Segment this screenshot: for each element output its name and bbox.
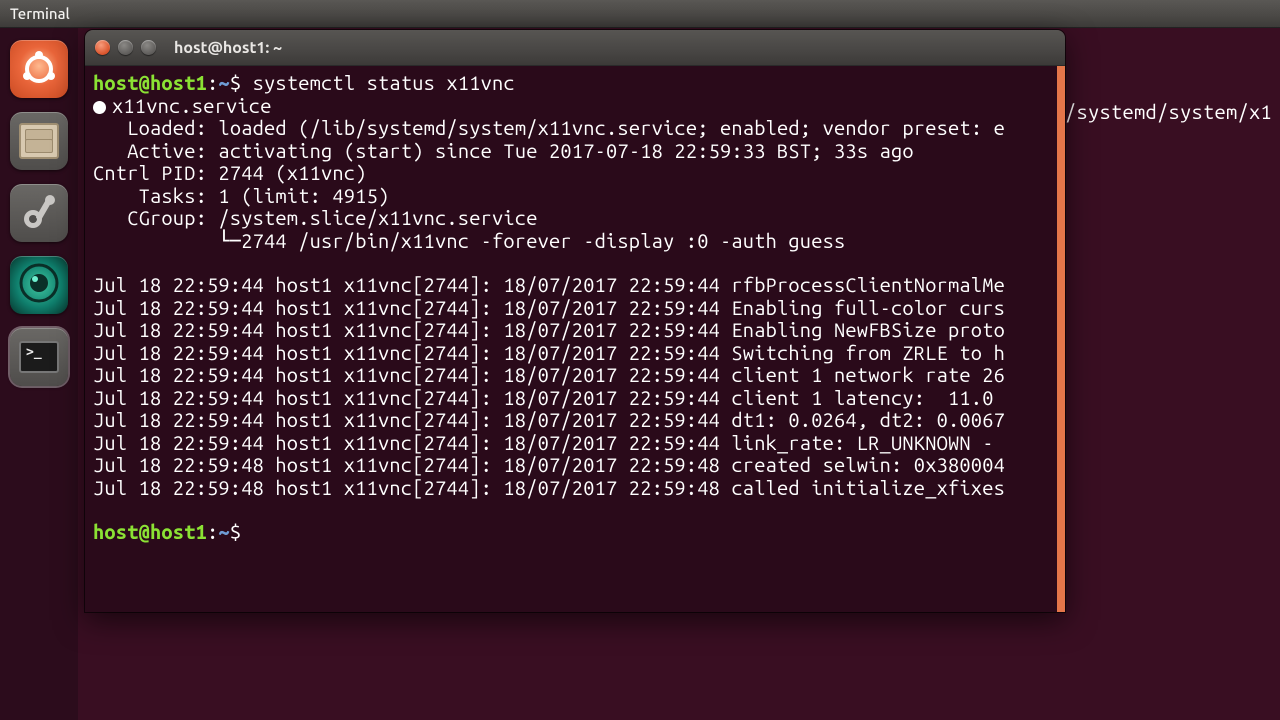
log-row: Jul 18 22:59:44 host1 x11vnc[2744]: 18/0…: [93, 319, 1057, 342]
prompt-line-2: host@host1:~$: [93, 521, 1057, 544]
window-titlebar[interactable]: host@host1: ~: [85, 30, 1065, 66]
menu-bar-app-name[interactable]: Terminal: [10, 5, 70, 22]
log-row: Jul 18 22:59:44 host1 x11vnc[2744]: 18/0…: [93, 364, 1057, 387]
prompt-path: ~: [218, 71, 229, 94]
file-cabinet-icon: [19, 123, 59, 159]
window-title: host@host1: ~: [174, 39, 282, 57]
terminal-icon: [19, 341, 59, 373]
terminal-window: host@host1: ~ host@host1:~$ systemctl st…: [85, 30, 1065, 612]
log-row: Jul 18 22:59:44 host1 x11vnc[2744]: 18/0…: [93, 432, 1057, 455]
status-bullet-icon: [93, 101, 106, 114]
output-cgroup: CGroup: /system.slice/x11vnc.service: [93, 207, 1057, 230]
terminal-body[interactable]: host@host1:~$ systemctl status x11vnc x1…: [85, 66, 1065, 612]
blank-line: [93, 252, 1057, 274]
log-row: Jul 18 22:59:44 host1 x11vnc[2744]: 18/0…: [93, 274, 1057, 297]
output-cntrl-pid: Cntrl PID: 2744 (x11vnc): [93, 162, 1057, 185]
blank-line: [93, 499, 1057, 521]
launcher-settings[interactable]: [10, 184, 68, 242]
output-tasks: Tasks: 1 (limit: 4915): [93, 185, 1057, 208]
typed-command: systemctl status x11vnc: [253, 71, 515, 94]
log-row: Jul 18 22:59:44 host1 x11vnc[2744]: 18/0…: [93, 297, 1057, 320]
launcher-ubuntu-dash[interactable]: [10, 40, 68, 98]
output-service-line: x11vnc.service: [93, 95, 1057, 118]
close-button[interactable]: [95, 40, 110, 55]
background-terminal-text: /systemd/system/x1: [1065, 100, 1272, 123]
log-row: Jul 18 22:59:44 host1 x11vnc[2744]: 18/0…: [93, 409, 1057, 432]
unity-launcher: [0, 28, 78, 720]
output-active-line: Active: activating (start) since Tue 201…: [93, 140, 1057, 163]
minimize-button[interactable]: [118, 40, 133, 55]
output-loaded-line: Loaded: loaded (/lib/systemd/system/x11v…: [93, 117, 1057, 140]
log-row: Jul 18 22:59:48 host1 x11vnc[2744]: 18/0…: [93, 454, 1057, 477]
ubuntu-logo-icon: [20, 50, 58, 88]
log-row: Jul 18 22:59:44 host1 x11vnc[2744]: 18/0…: [93, 387, 1057, 410]
prompt-user-host: host@host1: [93, 71, 207, 94]
terminal-scrollbar[interactable]: [1057, 66, 1065, 612]
output-cgroup-cmd: └─2744 /usr/bin/x11vnc -forever -display…: [93, 230, 1057, 253]
prompt-line-1: host@host1:~$ systemctl status x11vnc: [93, 72, 1057, 95]
launcher-files[interactable]: [10, 112, 68, 170]
maximize-button[interactable]: [141, 40, 156, 55]
launcher-camera[interactable]: [10, 256, 68, 314]
log-row: Jul 18 22:59:48 host1 x11vnc[2744]: 18/0…: [93, 477, 1057, 500]
launcher-terminal[interactable]: [10, 328, 68, 386]
log-row: Jul 18 22:59:44 host1 x11vnc[2744]: 18/0…: [93, 342, 1057, 365]
gear-wrench-icon: [17, 191, 61, 235]
aperture-icon: [18, 262, 60, 308]
menu-bar[interactable]: Terminal: [0, 0, 1280, 28]
